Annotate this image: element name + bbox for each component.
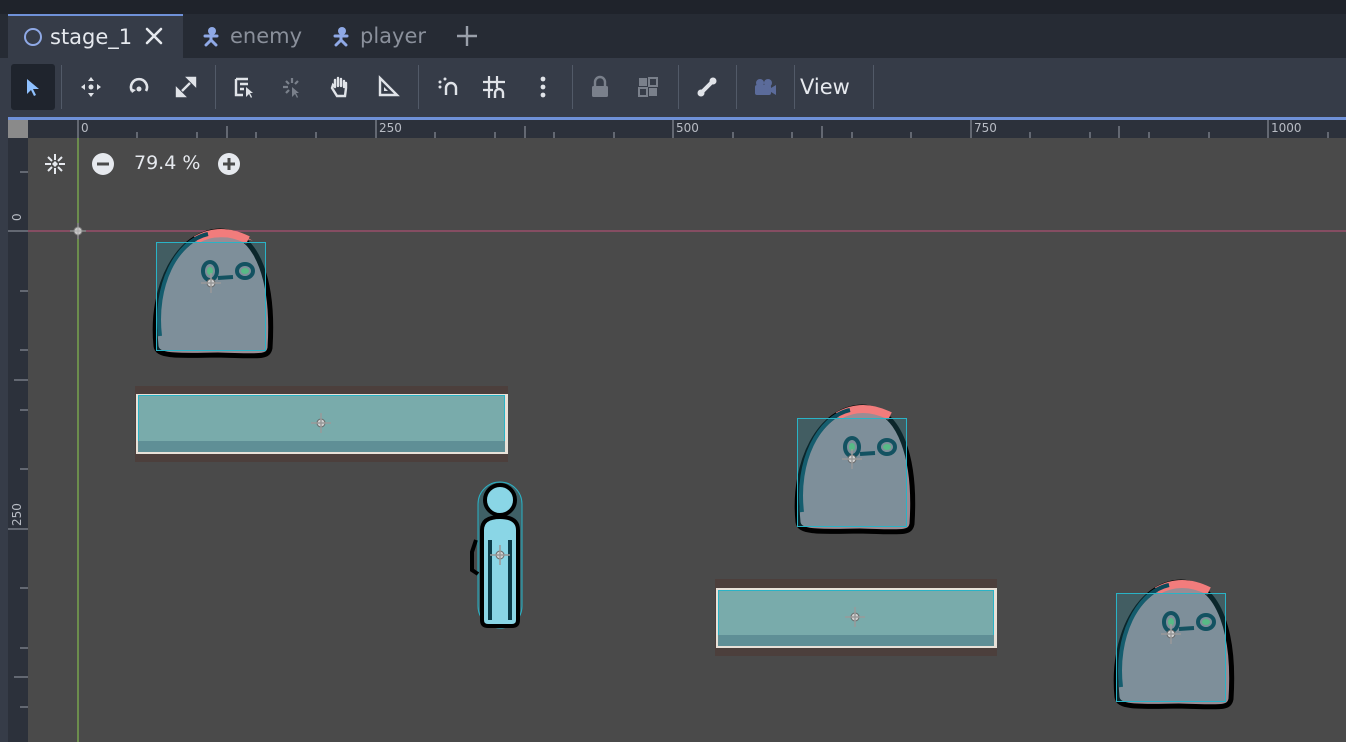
skeleton-icon [697, 77, 717, 97]
tab-label: enemy [230, 24, 303, 48]
toolbar-separator [794, 65, 795, 109]
toolbar-separator [61, 65, 62, 109]
node2d-icon [24, 28, 42, 46]
origin-pivot-icon [70, 223, 86, 239]
zoom-in-icon [218, 153, 240, 175]
scale-mode-button[interactable] [164, 64, 208, 110]
tab-label: player [360, 24, 427, 48]
close-tab-icon[interactable] [144, 14, 166, 58]
toolbar-separator [678, 65, 679, 109]
ruler-mode-button[interactable] [366, 64, 410, 110]
pivot-icon [845, 607, 865, 627]
zoom-out-icon [92, 153, 114, 175]
view-menu-button[interactable]: View [800, 64, 850, 110]
toolbar-separator [215, 65, 216, 109]
horizontal-ruler[interactable]: 0 250 500 750 1000 [28, 117, 1346, 138]
enemy-collision-shape[interactable] [156, 242, 266, 351]
group-button[interactable] [626, 64, 670, 110]
ruler-label: 0 [10, 213, 24, 221]
ruler-label: 250 [10, 503, 24, 526]
ruler-icon [378, 75, 400, 97]
left-panel-edge [0, 117, 8, 742]
ruler-label: 750 [974, 121, 997, 135]
ruler-ticks [8, 171, 28, 708]
move-mode-button[interactable] [69, 64, 113, 110]
select-mode-icon [27, 79, 39, 96]
grid-snap-button[interactable] [472, 64, 516, 110]
pivot-icon [201, 273, 221, 293]
list-select-button[interactable] [222, 64, 266, 110]
title-strip [0, 0, 1346, 14]
scene-instance-icon [330, 25, 352, 47]
ruler-label: 1000 [1271, 121, 1302, 135]
list-select-icon [234, 77, 253, 98]
more-options-icon [540, 76, 546, 98]
ruler-label: 0 [81, 121, 89, 135]
enemy-collision-shape[interactable] [797, 418, 907, 527]
lock-button[interactable] [578, 64, 622, 110]
ruler-label: 250 [379, 121, 402, 135]
smart-snap-icon [438, 77, 458, 95]
add-tab-button[interactable] [453, 22, 481, 50]
camera-override-button[interactable] [742, 64, 786, 110]
toolbar-separator [736, 65, 737, 109]
enemy-collision-shape[interactable] [1116, 593, 1226, 702]
camera-override-icon [755, 79, 776, 95]
scene-instance-icon [200, 25, 222, 47]
scene-tab-bar: stage_1 enemy player [0, 14, 1346, 58]
more-options-button[interactable] [521, 64, 565, 110]
pivot-icon [311, 413, 331, 433]
select-mode-button[interactable] [11, 64, 55, 110]
pivot-icon [490, 545, 510, 565]
smart-snap-button[interactable] [426, 64, 470, 110]
lock-icon [592, 75, 608, 97]
toolbar-separator [572, 65, 573, 109]
pivot-button[interactable] [270, 64, 314, 110]
vertical-ruler[interactable]: 0 250 [8, 138, 28, 742]
ruler-corner[interactable] [8, 117, 28, 138]
center-view-button[interactable] [43, 152, 67, 176]
canvas-viewport[interactable] [28, 138, 1346, 742]
move-mode-icon [81, 77, 101, 97]
toolbar-separator [418, 65, 419, 109]
pivot-icon [283, 78, 299, 98]
group-icon [638, 77, 658, 97]
toolbar-separator [873, 65, 874, 109]
pivot-icon [842, 449, 862, 469]
zoom-out-button[interactable] [91, 152, 115, 176]
rotate-mode-icon [129, 77, 149, 93]
tab-label: stage_1 [50, 25, 133, 49]
pivot-icon [1161, 624, 1181, 644]
tab-enemy[interactable]: enemy [200, 14, 320, 58]
pan-mode-button[interactable] [318, 64, 362, 110]
pan-mode-icon [330, 76, 348, 98]
grid-snap-icon [483, 76, 505, 98]
center-view-icon [45, 154, 65, 174]
tab-player[interactable]: player [330, 14, 450, 58]
zoom-level[interactable]: 79.4 % [134, 152, 200, 174]
zoom-in-button[interactable] [217, 152, 241, 176]
scale-mode-icon [175, 76, 197, 98]
plus-icon [457, 26, 477, 46]
canvas-toolbar: View [0, 58, 1346, 117]
skeleton-button[interactable] [685, 64, 729, 110]
rotate-mode-button[interactable] [117, 64, 161, 110]
ruler-label: 500 [676, 121, 699, 135]
